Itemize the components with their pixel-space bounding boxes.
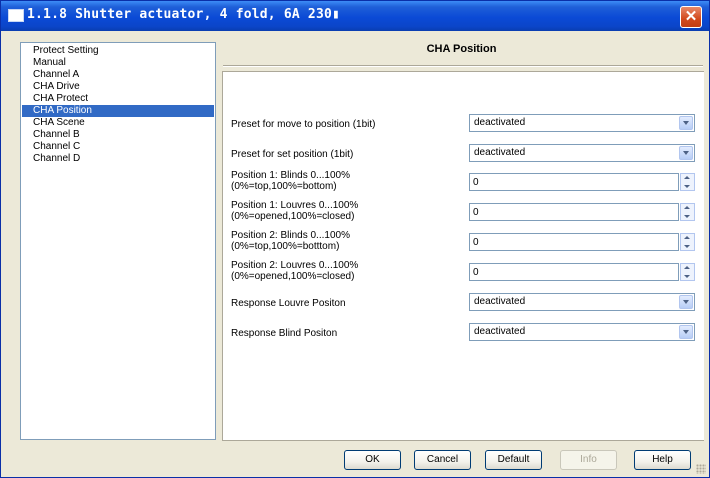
pos2-louvres-input[interactable] xyxy=(469,263,679,281)
param-label-response-blind: Response Blind Positon xyxy=(231,328,338,339)
default-button[interactable]: Default xyxy=(485,450,542,470)
response-louvre-select[interactable]: deactivated xyxy=(469,293,695,311)
chevron-down-icon[interactable] xyxy=(679,116,693,130)
panel-title: CHA Position xyxy=(426,43,497,55)
param-label-hint: (0%=top,100%=botttom) xyxy=(231,241,340,252)
preset-set-select[interactable]: deactivated xyxy=(469,144,695,162)
window-title: 1.1.8 Shutter actuator, 4 fold, 6A 230▮ xyxy=(27,7,341,22)
spin-down-icon[interactable] xyxy=(683,183,692,190)
spin-buttons[interactable] xyxy=(680,203,695,221)
close-icon: ✕ xyxy=(684,8,698,25)
nav-item-channel-d[interactable]: Channel D xyxy=(22,153,214,165)
pos1-louvres-stepper[interactable] xyxy=(469,203,695,221)
param-label-line: Position 1: Blinds 0...100% xyxy=(231,170,350,181)
resize-grip-icon[interactable] xyxy=(696,464,706,474)
nav-item-cha-position[interactable]: CHA Position xyxy=(22,105,214,117)
divider xyxy=(223,65,703,67)
spin-up-icon[interactable] xyxy=(683,265,692,272)
select-value: deactivated xyxy=(474,117,526,128)
param-label-hint: (0%=top,100%=bottom) xyxy=(231,181,337,192)
help-button[interactable]: Help xyxy=(634,450,691,470)
pos2-louvres-stepper[interactable] xyxy=(469,263,695,281)
param-label-preset-set: Preset for set position (1bit) xyxy=(231,149,354,160)
param-label-pos1-louvres: Position 1: Louvres 0...100% (0%=opened,… xyxy=(231,200,358,222)
param-label-pos1-blinds: Position 1: Blinds 0...100% (0%=top,100%… xyxy=(231,170,350,192)
parameter-tree: Protect Setting Manual Channel A CHA Dri… xyxy=(20,42,216,440)
nav-item-cha-scene[interactable]: CHA Scene xyxy=(22,117,214,129)
param-label-pos2-blinds: Position 2: Blinds 0...100% (0%=top,100%… xyxy=(231,230,350,252)
preset-move-select[interactable]: deactivated xyxy=(469,114,695,132)
dialog-window: 1.1.8 Shutter actuator, 4 fold, 6A 230▮ … xyxy=(0,0,710,478)
pos2-blinds-input[interactable] xyxy=(469,233,679,251)
spin-down-icon[interactable] xyxy=(683,213,692,220)
spin-up-icon[interactable] xyxy=(683,235,692,242)
spin-down-icon[interactable] xyxy=(683,273,692,280)
param-label-line: Position 1: Louvres 0...100% xyxy=(231,200,359,211)
spin-down-icon[interactable] xyxy=(683,243,692,250)
nav-item-cha-protect[interactable]: CHA Protect xyxy=(22,93,214,105)
spin-up-icon[interactable] xyxy=(683,175,692,182)
ok-button[interactable]: OK xyxy=(344,450,401,470)
spin-buttons[interactable] xyxy=(680,173,695,191)
chevron-down-icon[interactable] xyxy=(679,295,693,309)
nav-item-manual[interactable]: Manual xyxy=(22,57,214,69)
nav-item-channel-b[interactable]: Channel B xyxy=(22,129,214,141)
pos1-louvres-input[interactable] xyxy=(469,203,679,221)
title-bar[interactable]: 1.1.8 Shutter actuator, 4 fold, 6A 230▮ … xyxy=(1,1,709,31)
param-label-line: Position 2: Louvres 0...100% xyxy=(231,260,359,271)
spin-buttons[interactable] xyxy=(680,233,695,251)
spin-up-icon[interactable] xyxy=(683,205,692,212)
response-blind-select[interactable]: deactivated xyxy=(469,323,695,341)
window-icon xyxy=(8,9,24,22)
select-value: deactivated xyxy=(474,147,526,158)
param-label-line: Position 2: Blinds 0...100% xyxy=(231,230,350,241)
param-label-hint: (0%=opened,100%=closed) xyxy=(231,271,355,282)
pos2-blinds-stepper[interactable] xyxy=(469,233,695,251)
param-label-response-louvre: Response Louvre Positon xyxy=(231,298,346,309)
select-value: deactivated xyxy=(474,326,526,337)
param-label-hint: (0%=opened,100%=closed) xyxy=(231,211,355,222)
parameter-list: Preset for move to position (1bit) deact… xyxy=(222,71,704,441)
cancel-button[interactable]: Cancel xyxy=(414,450,471,470)
nav-item-cha-drive[interactable]: CHA Drive xyxy=(22,81,214,93)
info-button: Info xyxy=(560,450,617,470)
close-button[interactable]: ✕ xyxy=(680,6,702,28)
nav-item-protect-setting[interactable]: Protect Setting xyxy=(22,45,214,57)
select-value: deactivated xyxy=(474,296,526,307)
nav-item-channel-c[interactable]: Channel C xyxy=(22,141,214,153)
spin-buttons[interactable] xyxy=(680,263,695,281)
param-label-preset-move: Preset for move to position (1bit) xyxy=(231,119,376,130)
chevron-down-icon[interactable] xyxy=(679,325,693,339)
pos1-blinds-stepper[interactable] xyxy=(469,173,695,191)
param-label-pos2-louvres: Position 2: Louvres 0...100% (0%=opened,… xyxy=(231,260,358,282)
parameter-panel: CHA Position Preset for move to position… xyxy=(220,36,704,441)
pos1-blinds-input[interactable] xyxy=(469,173,679,191)
nav-item-channel-a[interactable]: Channel A xyxy=(22,69,214,81)
chevron-down-icon[interactable] xyxy=(679,146,693,160)
